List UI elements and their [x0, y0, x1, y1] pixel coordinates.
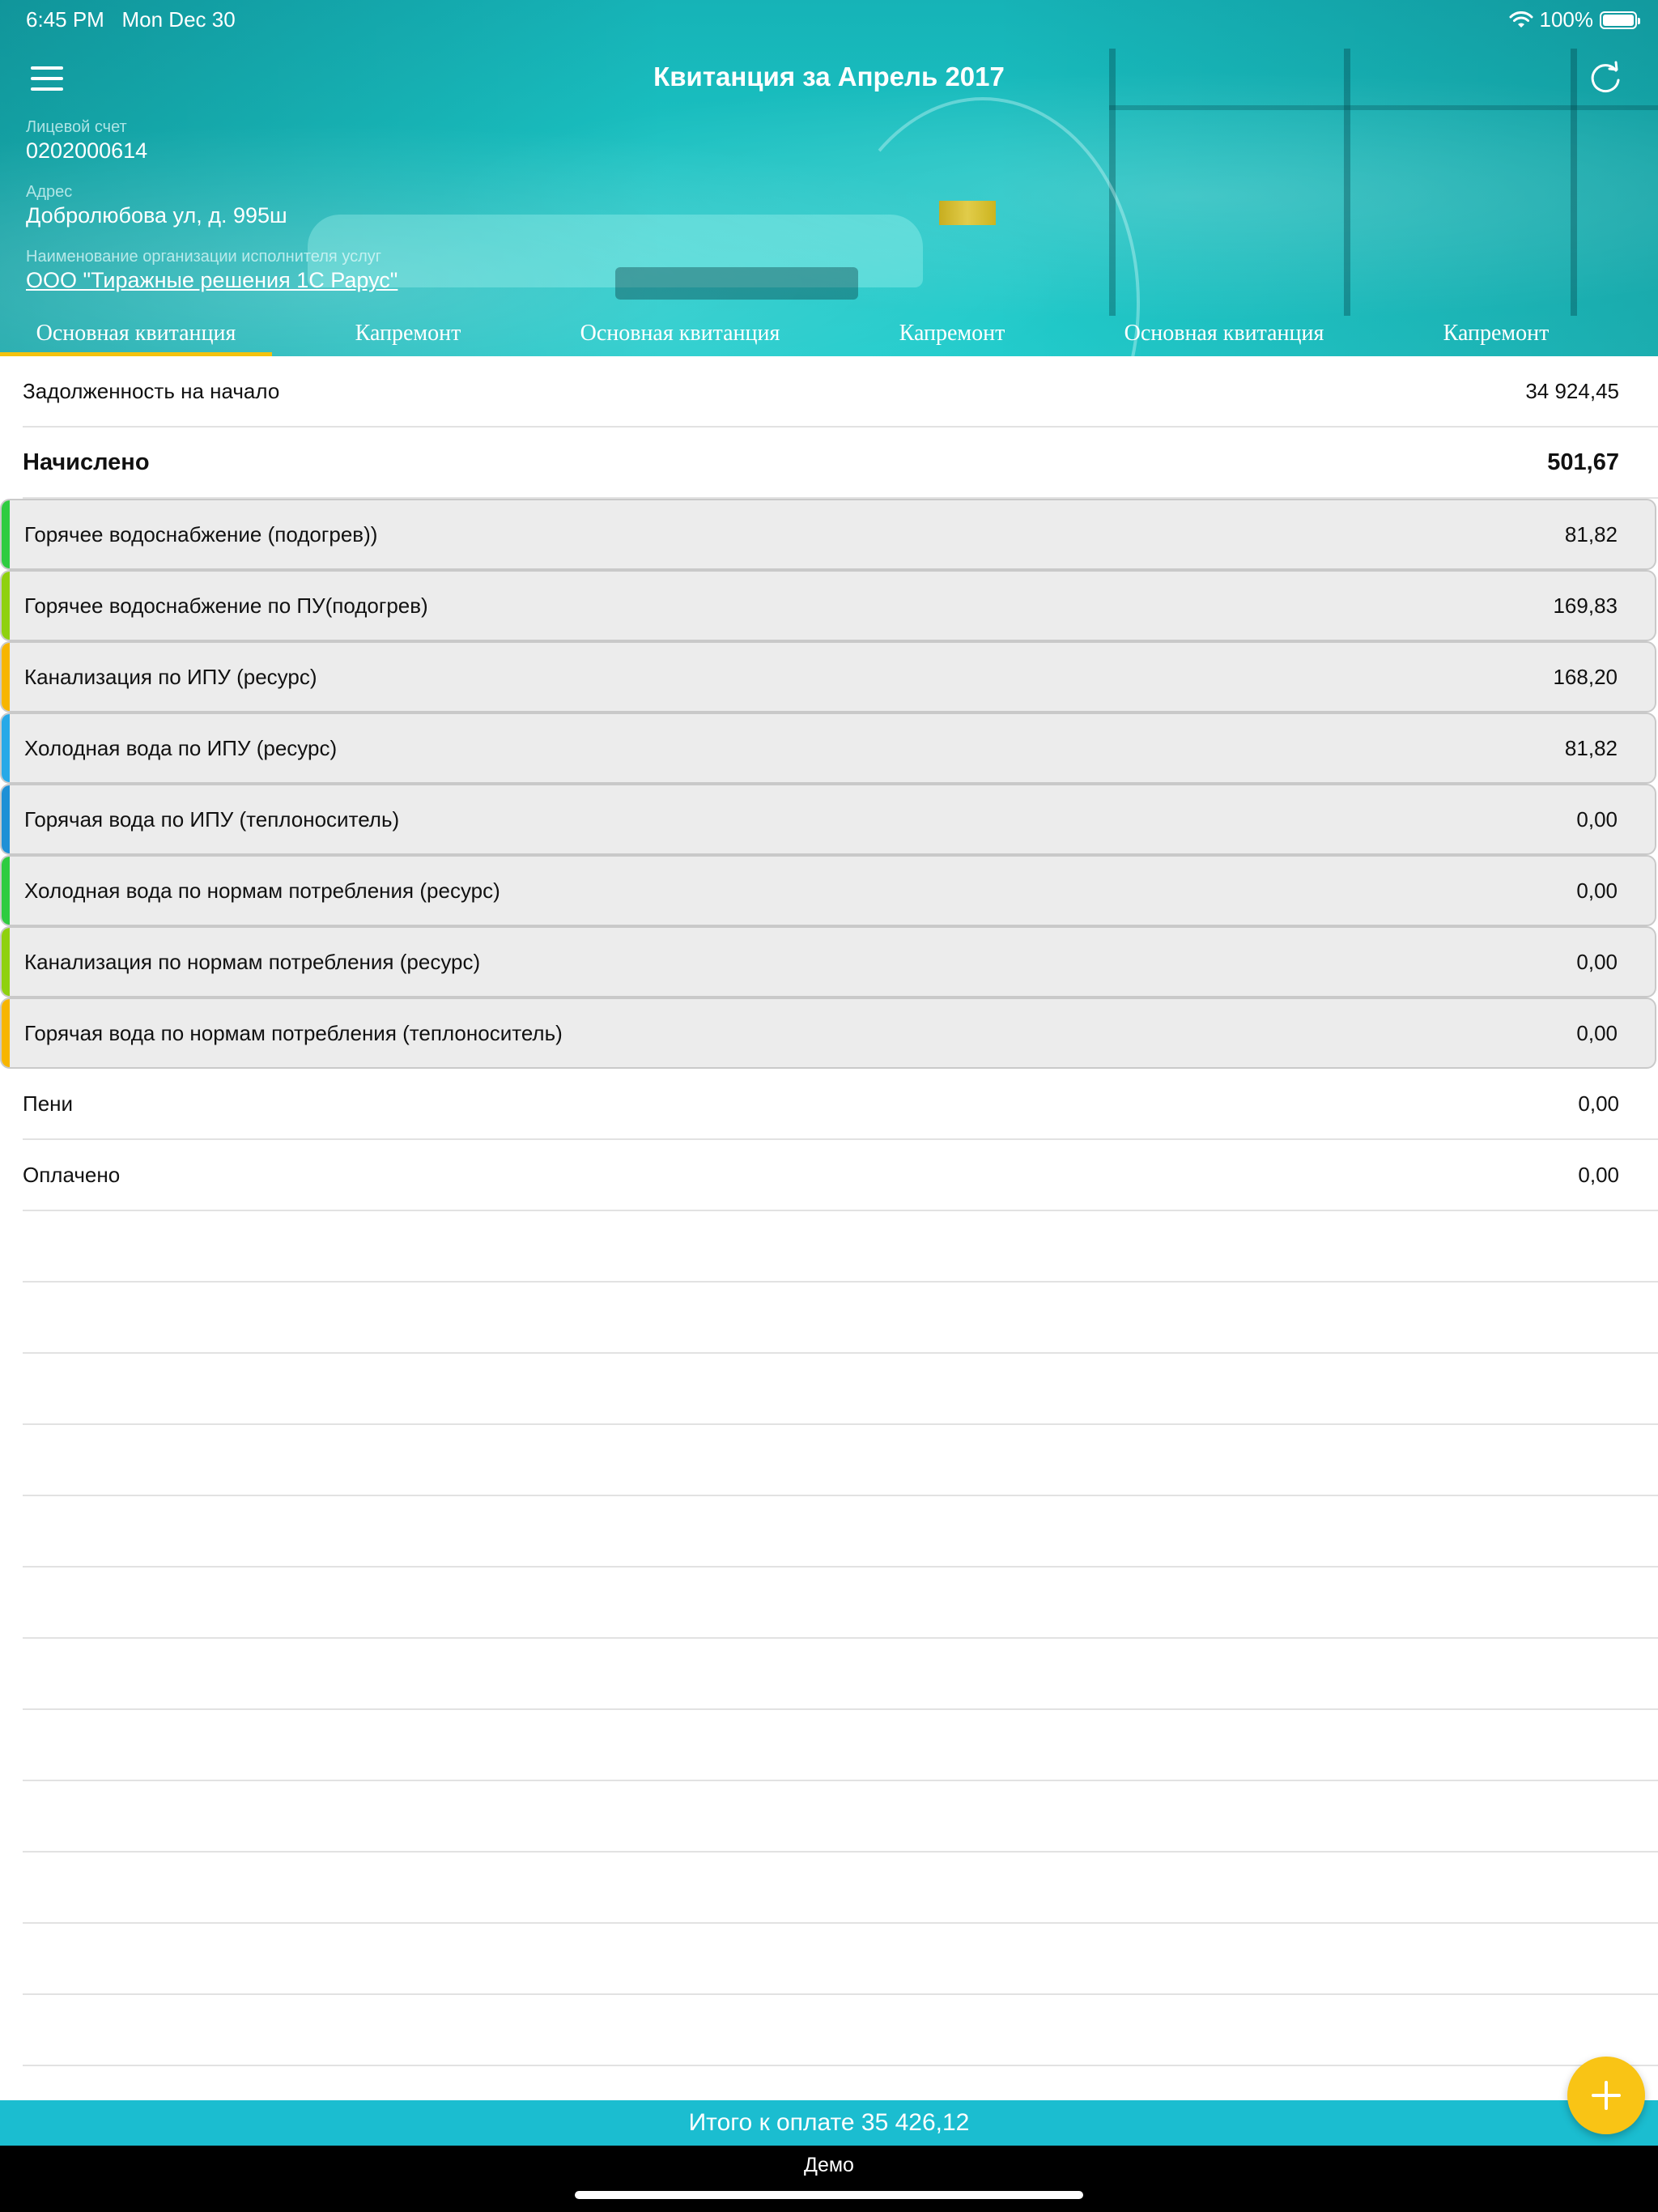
service-color-stripe	[2, 643, 10, 711]
service-color-stripe	[2, 572, 10, 640]
charged-label: Начислено	[23, 449, 150, 475]
empty-list-row	[23, 1283, 1658, 1354]
account-number: 0202000614	[26, 138, 148, 163]
service-label: Канализация по ИПУ (ресурс)	[24, 664, 317, 689]
service-row[interactable]: Канализация по ИПУ (ресурс) 168,20	[0, 641, 1656, 713]
empty-list-row	[23, 1853, 1658, 1924]
debt-label: Задолженность на начало	[23, 378, 280, 403]
header-hero: 6:45 PM Mon Dec 30 100% Квитанция за Апр…	[0, 0, 1658, 356]
demo-label: Демо	[804, 2154, 854, 2176]
service-value: 169,83	[1553, 593, 1618, 618]
paid-label: Оплачено	[23, 1162, 121, 1187]
paid-value: 0,00	[1578, 1162, 1619, 1187]
service-color-stripe	[2, 928, 10, 996]
status-time: 6:45 PM	[26, 7, 104, 32]
organization-label: Наименование организации исполнителя усл…	[26, 248, 382, 266]
service-value: 0,00	[1576, 1020, 1618, 1045]
tab-main-receipt-1[interactable]: Основная квитанция	[0, 319, 272, 356]
account-label: Лицевой счет	[26, 118, 127, 136]
hero-fireplace	[939, 201, 996, 225]
tab-capital-repair-3[interactable]: Капремонт	[1360, 319, 1632, 356]
penalty-row: Пени 0,00	[23, 1069, 1658, 1140]
service-row[interactable]: Горячая вода по ИПУ (теплоноситель) 0,00	[0, 784, 1656, 855]
service-row[interactable]: Горячая вода по нормам потребления (тепл…	[0, 998, 1656, 1069]
service-color-stripe	[2, 999, 10, 1067]
empty-list-row	[23, 1568, 1658, 1639]
empty-list-row	[23, 1995, 1658, 2066]
tab-main-receipt-3[interactable]: Основная квитанция	[1088, 319, 1360, 356]
service-row[interactable]: Холодная вода по ИПУ (ресурс) 81,82	[0, 713, 1656, 784]
status-bar-right: 100%	[1509, 7, 1640, 32]
service-label: Холодная вода по ИПУ (ресурс)	[24, 735, 338, 760]
hero-table	[615, 267, 858, 300]
wifi-icon	[1509, 11, 1533, 28]
service-row[interactable]: Горячее водоснабжение (подогрев)) 81,82	[0, 499, 1656, 570]
receipt-tabs: Основная квитанция Капремонт Основная кв…	[0, 319, 1658, 356]
address-value: Добролюбова ул, д. 995ш	[26, 203, 287, 228]
service-value: 168,20	[1553, 664, 1618, 689]
organization-block: Наименование организации исполнителя усл…	[26, 248, 397, 293]
service-label: Канализация по нормам потребления (ресур…	[24, 949, 481, 974]
service-value: 81,82	[1564, 521, 1618, 547]
hero-window-crossbar	[1109, 105, 1658, 110]
service-value: 81,82	[1564, 735, 1618, 760]
empty-list-row	[23, 1354, 1658, 1425]
debt-row: Задолженность на начало 34 924,45	[23, 356, 1658, 428]
battery-icon	[1600, 11, 1640, 29]
service-label: Горячая вода по нормам потребления (тепл…	[24, 1020, 563, 1045]
address-label: Адрес	[26, 183, 73, 201]
tab-main-receipt-2[interactable]: Основная квитанция	[544, 319, 816, 356]
empty-list-row	[23, 1496, 1658, 1568]
service-value: 0,00	[1576, 878, 1618, 903]
page-title: Квитанция за Апрель 2017	[653, 62, 1005, 91]
empty-list-row	[23, 1639, 1658, 1710]
service-label: Холодная вода по нормам потребления (рес…	[24, 878, 500, 903]
empty-list-row	[23, 1425, 1658, 1496]
tab-capital-repair-1[interactable]: Капремонт	[272, 319, 544, 356]
service-row[interactable]: Канализация по нормам потребления (ресур…	[0, 926, 1656, 998]
service-value: 0,00	[1576, 806, 1618, 832]
battery-percent: 100%	[1539, 7, 1594, 32]
debt-value: 34 924,45	[1525, 378, 1619, 403]
service-row[interactable]: Горячее водоснабжение по ПУ(подогрев) 16…	[0, 570, 1656, 641]
service-label: Горячая вода по ИПУ (теплоноситель)	[24, 806, 400, 832]
refresh-icon[interactable]	[1585, 58, 1626, 99]
charged-row: Начислено 501,67	[23, 428, 1658, 499]
receipt-list: Задолженность на начало 34 924,45 Начисл…	[0, 356, 1658, 2066]
account-block: Лицевой счет 0202000614	[26, 118, 147, 164]
empty-list-row	[23, 1710, 1658, 1781]
service-row[interactable]: Холодная вода по нормам потребления (рес…	[0, 855, 1656, 926]
address-block: Адрес Добролюбова ул, д. 995ш	[26, 183, 287, 228]
charged-value: 501,67	[1547, 449, 1619, 475]
service-value: 0,00	[1576, 949, 1618, 974]
service-label: Горячее водоснабжение (подогрев))	[24, 521, 378, 547]
total-due-bar: Итого к оплате 35 426,12	[0, 2100, 1658, 2146]
service-color-stripe	[2, 857, 10, 925]
service-label: Горячее водоснабжение по ПУ(подогрев)	[24, 593, 428, 618]
empty-list-row	[23, 1211, 1658, 1283]
service-color-stripe	[2, 785, 10, 853]
penalty-value: 0,00	[1578, 1091, 1619, 1116]
status-date: Mon Dec 30	[121, 7, 236, 32]
service-color-stripe	[2, 500, 10, 568]
status-bar-clock: 6:45 PM Mon Dec 30	[26, 7, 236, 32]
tab-capital-repair-2[interactable]: Капремонт	[816, 319, 1088, 356]
service-color-stripe	[2, 714, 10, 782]
empty-list-row	[23, 1924, 1658, 1995]
home-indicator[interactable]	[575, 2191, 1083, 2199]
paid-row: Оплачено 0,00	[23, 1140, 1658, 1211]
demo-bar: Демо	[0, 2146, 1658, 2212]
empty-list-row	[23, 1781, 1658, 1853]
plus-icon[interactable]	[1567, 2057, 1645, 2134]
penalty-label: Пени	[23, 1091, 74, 1116]
organization-link[interactable]: ООО "Тиражные решения 1С Рарус"	[26, 268, 397, 293]
